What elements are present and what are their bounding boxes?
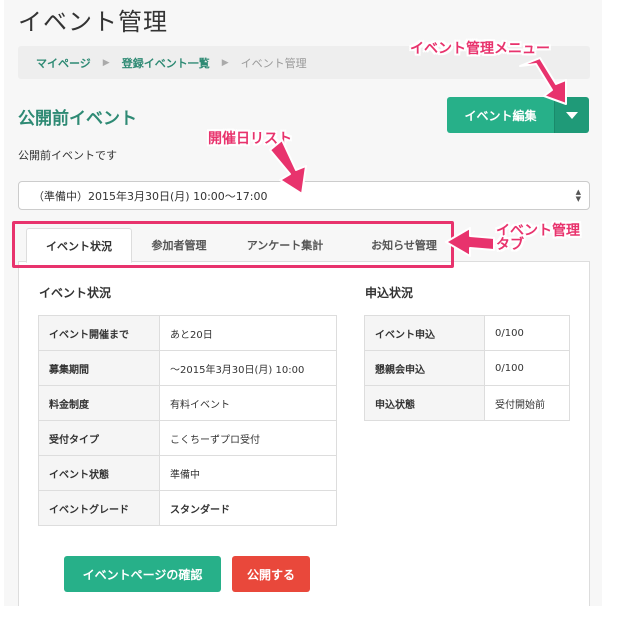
- row-value: あと20日: [159, 315, 337, 351]
- row-key: 受付タイプ: [38, 420, 160, 456]
- table-row: イベントグレード スタンダード: [38, 490, 337, 526]
- row-value: 0/100: [484, 315, 570, 351]
- breadcrumb-mypage-link[interactable]: マイページ: [36, 55, 91, 71]
- tab-highlight-box: [12, 221, 454, 268]
- application-status-title: 申込状況: [365, 286, 414, 300]
- table-row: イベント申込 0/100: [364, 315, 570, 351]
- row-key: 懇親会申込: [364, 350, 485, 386]
- table-row: 懇親会申込 0/100: [364, 350, 570, 386]
- breadcrumb-current: イベント管理: [240, 56, 307, 70]
- annotation-date-list-label: 開催日リスト: [208, 131, 292, 147]
- caret-down-icon: [566, 111, 578, 119]
- page-title: イベント管理: [18, 8, 168, 36]
- table-row: イベント状態 準備中: [38, 455, 337, 491]
- row-value: 受付開始前: [484, 385, 570, 421]
- row-key: 募集期間: [38, 350, 160, 386]
- event-edit-dropdown-toggle[interactable]: [554, 97, 589, 133]
- section-description: 公開前イベントです: [18, 149, 117, 162]
- event-status-table: イベント開催まで あと20日 募集期間 〜2015年3月30日(月) 10:00…: [38, 315, 337, 526]
- event-edit-menu: イベント編集: [447, 97, 589, 133]
- row-key: イベント申込: [364, 315, 485, 351]
- table-row: イベント開催まで あと20日: [38, 315, 337, 351]
- row-value: 〜2015年3月30日(月) 10:00: [159, 350, 337, 386]
- section-title: 公開前イベント: [18, 109, 137, 129]
- annotation-tab-label: イベント管理 タブ: [496, 224, 580, 252]
- table-row: 料金制度 有料イベント: [38, 385, 337, 421]
- tab-content-panel: イベント状況 イベント開催まで あと20日 募集期間 〜2015年3月30日(月…: [18, 261, 590, 606]
- annotation-tab-line2: タブ: [496, 237, 524, 253]
- row-key: イベント状態: [38, 455, 160, 491]
- event-date-selected-value: （準備中）2015年3月30日(月) 10:00〜17:00: [33, 189, 268, 203]
- application-status-table: イベント申込 0/100 懇親会申込 0/100 申込状態 受付開始前: [364, 315, 570, 421]
- publish-button[interactable]: 公開する: [232, 556, 310, 592]
- annotation-menu-label: イベント管理メニュー: [410, 41, 550, 57]
- row-value: 0/100: [484, 350, 570, 386]
- row-key: イベントグレード: [38, 490, 160, 526]
- row-value: 有料イベント: [159, 385, 337, 421]
- row-key: イベント開催まで: [38, 315, 160, 351]
- event-edit-button[interactable]: イベント編集: [447, 97, 554, 133]
- table-row: 募集期間 〜2015年3月30日(月) 10:00: [38, 350, 337, 386]
- table-row: 申込状態 受付開始前: [364, 385, 570, 421]
- event-status-title: イベント状況: [39, 286, 112, 300]
- event-management-page: イベント管理 マイページ ▶ 登録イベント一覧 ▶ イベント管理 公開前イベント…: [0, 0, 626, 626]
- annotation-tab-line1: イベント管理: [496, 223, 580, 239]
- table-row: 受付タイプ こくちーずプロ受付: [38, 420, 337, 456]
- event-date-select[interactable]: （準備中）2015年3月30日(月) 10:00〜17:00 ▲ ▼: [18, 181, 590, 210]
- breadcrumb-separator-icon: ▶: [102, 57, 110, 68]
- row-value: こくちーずプロ受付: [159, 420, 337, 456]
- row-value: 準備中: [159, 455, 337, 491]
- select-arrows-icon: ▲ ▼: [575, 188, 581, 203]
- breadcrumb-separator-icon: ▶: [221, 57, 229, 68]
- row-key: 料金制度: [38, 385, 160, 421]
- event-grade-link[interactable]: スタンダード: [159, 490, 337, 526]
- row-key: 申込状態: [364, 385, 485, 421]
- confirm-event-page-button[interactable]: イベントページの確認: [64, 556, 221, 592]
- breadcrumb-event-list-link[interactable]: 登録イベント一覧: [122, 55, 210, 71]
